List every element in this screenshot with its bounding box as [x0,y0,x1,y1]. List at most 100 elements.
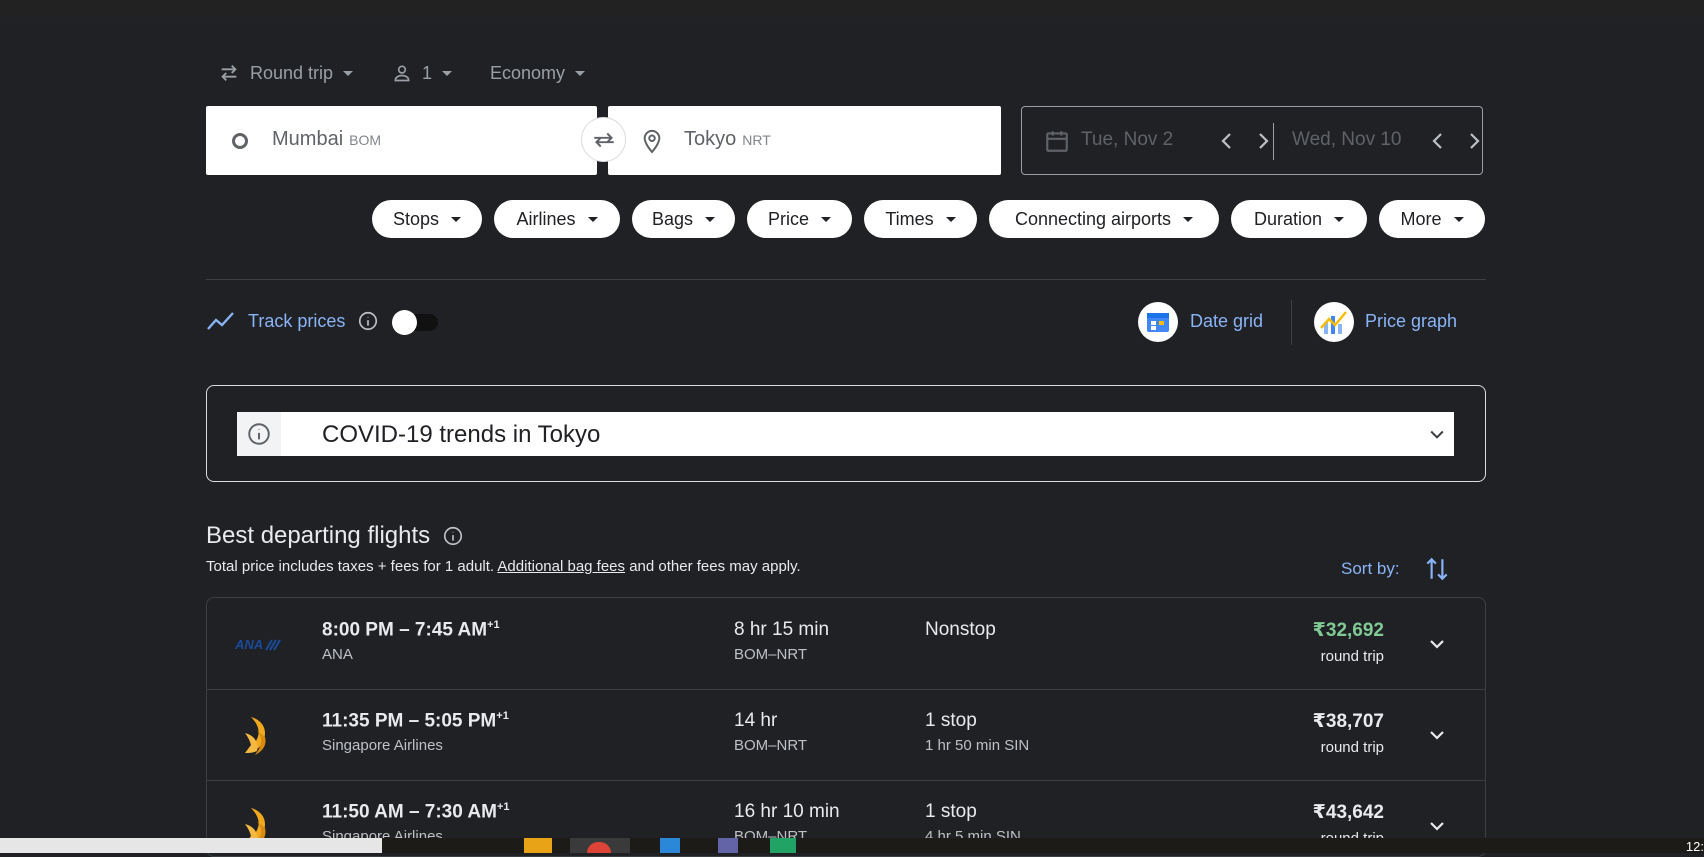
ana-logo: ANA [233,622,283,666]
destination-code: NRT [742,132,771,148]
covid-expander[interactable]: COVID-19 trends in Tokyo [237,412,1454,456]
filter-airlines[interactable]: Airlines [494,200,620,238]
chevron-down-icon [587,216,598,222]
expand-chevron-icon[interactable] [1425,723,1449,747]
chevron-down-icon [575,70,586,76]
file-explorer-icon[interactable] [524,838,552,853]
tools-divider [1291,300,1292,345]
trip-type-label: Round trip [250,62,334,83]
os-taskbar: 12: [0,838,1704,854]
depart-date[interactable]: Tue, Nov 2 [1081,129,1173,151]
date-separator [1273,123,1274,160]
flight-price: ₹32,692 [1312,620,1384,641]
origin-field[interactable]: Mumbai BOM [206,106,597,175]
flight-times: 11:35 PM – 5:05 PM+1 [322,710,509,732]
results-heading: Best departing flights [206,522,431,549]
filter-label: Bags [651,208,694,229]
expand-chevron-icon[interactable] [1425,632,1449,656]
flight-route: BOM–NRT [734,737,808,754]
flight-duration: 14 hr [734,710,778,731]
info-icon[interactable] [357,310,379,332]
filter-label: Connecting airports [1014,208,1172,229]
swap-icon [593,132,614,147]
chevron-down-icon [705,216,716,222]
browser-top-strip [0,0,1704,17]
toggle-knob[interactable] [392,310,417,335]
chevron-down-icon [343,70,354,76]
calendar-icon [1046,131,1068,152]
filter-more[interactable]: More [1379,200,1485,238]
price-graph-icon[interactable] [1314,302,1354,342]
location-pin-icon [643,129,661,154]
chevron-down-icon [1183,216,1194,222]
chrome-taskbar-button[interactable] [570,838,630,853]
note-suffix: and other fees may apply. [629,558,801,575]
chevron-down-icon [1453,216,1464,222]
airline-name: Singapore Airlines [322,737,443,754]
app-icon[interactable] [770,838,796,853]
destination-field[interactable]: Tokyo NRT [608,106,1001,175]
filter-bags[interactable]: Bags [632,200,735,238]
swap-arrows-icon [221,65,237,81]
flight-row[interactable]: 11:35 PM – 5:05 PM+1 Singapore Airlines … [207,689,1485,781]
price-type: round trip [1320,739,1384,756]
price-type: round trip [1320,648,1384,665]
origin-circle-icon [232,133,248,149]
info-icon [248,423,270,445]
flight-times: 11:50 AM – 7:30 AM+1 [322,801,510,823]
flight-row[interactable]: ANA 8:00 PM – 7:45 AM+1 ANA 8 hr 15 min … [207,598,1485,690]
app-icon[interactable] [718,838,738,853]
flight-price: ₹43,642 [1312,802,1384,823]
flight-times: 8:00 PM – 7:45 AM+1 [322,619,500,641]
flight-duration: 16 hr 10 min [734,801,840,822]
sort-by[interactable]: Sort by: [1341,555,1450,583]
flight-stops: Nonstop [925,619,996,640]
info-icon[interactable] [442,525,464,547]
chevron-down-icon [1334,216,1345,222]
note-prefix: Total price includes taxes + fees for 1 … [206,558,495,575]
expand-chevron-icon[interactable] [1425,814,1449,838]
flight-price: ₹38,707 [1312,711,1384,732]
price-graph-link[interactable]: Price graph [1365,311,1457,332]
stop-detail: 1 hr 50 min SIN [925,737,1030,754]
flight-duration: 8 hr 15 min [734,619,830,640]
covid-info-box [237,412,281,456]
filter-duration[interactable]: Duration [1231,200,1367,238]
chevron-down-icon [451,216,462,222]
chevron-down-icon [1430,430,1444,439]
return-prev-chevron-icon[interactable] [1426,129,1450,153]
destination-city: Tokyo [684,128,737,150]
app-icon[interactable] [660,838,680,853]
flight-list: ANA 8:00 PM – 7:45 AM+1 ANA 8 hr 15 min … [206,597,1486,857]
chevron-down-icon [442,70,453,76]
date-grid-link[interactable]: Date grid [1190,311,1263,332]
taskbar-search-box[interactable] [0,838,382,853]
sort-arrows-icon [1426,557,1448,581]
filter-stops[interactable]: Stops [372,200,482,238]
filter-times[interactable]: Times [864,200,977,238]
filter-connecting-airports[interactable]: Connecting airports [989,200,1219,238]
swap-locations-button[interactable] [581,117,626,162]
filter-label: Stops [392,208,440,229]
date-grid-icon[interactable] [1138,302,1178,342]
flight-stops: 1 stop [925,801,977,822]
track-prices[interactable]: Track prices [206,309,379,333]
passenger-count: 1 [422,62,433,83]
trip-type-selector[interactable]: Round trip [218,60,354,86]
cabin-class-label: Economy [490,62,566,83]
flight-stops: 1 stop [925,710,977,731]
filter-label: More [1400,208,1442,229]
date-picker[interactable]: Tue, Nov 2 Wed, Nov 10 [1021,106,1483,175]
depart-next-chevron-icon[interactable] [1251,129,1275,153]
taskbar-clock: 12: [1685,839,1704,854]
passenger-selector[interactable]: 1 [392,60,453,86]
bag-fees-link[interactable]: Additional bag fees [497,558,625,575]
trend-line-icon [207,312,234,330]
depart-prev-chevron-icon[interactable] [1215,129,1239,153]
filter-price[interactable]: Price [747,200,852,238]
flight-route: BOM–NRT [734,646,808,663]
return-next-chevron-icon[interactable] [1462,129,1486,153]
section-divider [206,279,1486,280]
return-date[interactable]: Wed, Nov 10 [1292,129,1401,151]
cabin-class-selector[interactable]: Economy [490,60,586,86]
